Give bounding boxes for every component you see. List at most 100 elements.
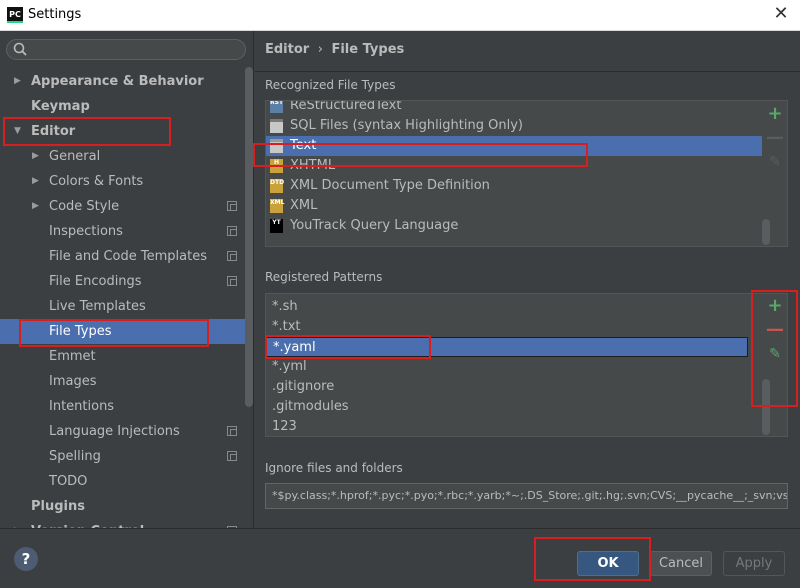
add-file-type-button[interactable]: + bbox=[764, 103, 786, 127]
youtrack-icon: YT bbox=[270, 219, 283, 233]
sidebar-item-label: File Types bbox=[49, 324, 112, 339]
expand-right-icon[interactable]: ▶ bbox=[14, 519, 26, 528]
settings-sidebar: ▶ Appearance & Behavior Keymap ▼ Editor ▶ Gene… bbox=[0, 31, 254, 528]
file-type-name: XML bbox=[290, 198, 318, 213]
pattern-row[interactable]: *.yaml bbox=[266, 337, 748, 357]
pattern-text: .gitignore bbox=[272, 379, 335, 394]
sidebar-item-file-encodings[interactable]: File Encodings bbox=[0, 269, 253, 294]
sidebar-item-keymap[interactable]: Keymap bbox=[0, 94, 253, 119]
sidebar-item-label: Colors & Fonts bbox=[49, 174, 144, 189]
patterns-list-scrollbar[interactable] bbox=[762, 379, 770, 435]
breadcrumb-parent: Editor bbox=[265, 42, 310, 57]
sidebar-item-file-and-code-templates[interactable]: File and Code Templates bbox=[0, 244, 253, 269]
project-scope-icon bbox=[227, 201, 237, 211]
project-scope-icon bbox=[227, 251, 237, 261]
expand-right-icon[interactable]: ▶ bbox=[32, 169, 44, 194]
pattern-row[interactable]: *.yml bbox=[266, 357, 748, 377]
pattern-row[interactable]: *.txt bbox=[266, 317, 748, 337]
divider bbox=[255, 71, 800, 72]
remove-file-type-button[interactable]: — bbox=[764, 127, 786, 151]
close-icon[interactable]: ✕ bbox=[772, 5, 790, 23]
sidebar-item-label: TODO bbox=[49, 474, 88, 489]
pattern-text: *.txt bbox=[272, 319, 301, 334]
recognized-file-types-label: Recognized File Types bbox=[265, 78, 396, 92]
file-types-panel: Editor › File Types Recognized File Type… bbox=[255, 31, 800, 528]
sidebar-item-label: General bbox=[49, 149, 101, 164]
file-type-row[interactable]: XML XML bbox=[266, 196, 756, 216]
remove-pattern-button[interactable]: — bbox=[764, 319, 786, 343]
file-type-row[interactable]: SQL Files (syntax Highlighting Only) bbox=[266, 116, 756, 136]
sidebar-item-live-templates[interactable]: Live Templates bbox=[0, 294, 253, 319]
pattern-row[interactable]: 123 bbox=[266, 417, 748, 436]
sidebar-scrollbar[interactable] bbox=[245, 67, 253, 407]
sidebar-item-emmet[interactable]: Emmet bbox=[0, 344, 253, 369]
project-scope-icon bbox=[227, 451, 237, 461]
ignore-files-input[interactable]: *$py.class;*.hprof;*.pyc;*.pyo;*.rbc;*.y… bbox=[265, 483, 788, 509]
file-type-row[interactable]: H XHTML bbox=[266, 156, 756, 176]
sidebar-item-plugins[interactable]: Plugins bbox=[0, 494, 253, 519]
expand-right-icon[interactable]: ▶ bbox=[32, 194, 44, 219]
sidebar-item-general[interactable]: ▶ General bbox=[0, 144, 253, 169]
search-icon bbox=[13, 42, 27, 56]
sidebar-item-label: Inspections bbox=[49, 224, 123, 239]
file-type-name: XHTML bbox=[290, 158, 336, 173]
sidebar-item-label: Spelling bbox=[49, 449, 101, 464]
sidebar-item-appearance-behavior[interactable]: ▶ Appearance & Behavior bbox=[0, 69, 253, 94]
ok-button[interactable]: OK bbox=[577, 551, 639, 576]
edit-pattern-button[interactable]: ✎ bbox=[764, 343, 786, 367]
sidebar-item-colors-fonts[interactable]: ▶ Colors & Fonts bbox=[0, 169, 253, 194]
sidebar-item-version-control[interactable]: ▶ Version Control bbox=[0, 519, 253, 528]
file-type-row[interactable]: YT YouTrack Query Language bbox=[266, 216, 756, 236]
sidebar-item-label: Language Injections bbox=[49, 424, 180, 439]
window-title: Settings bbox=[28, 7, 82, 22]
pycharm-logo-icon: PC bbox=[7, 7, 23, 23]
breadcrumb-separator: › bbox=[317, 42, 323, 57]
expand-right-icon[interactable]: ▶ bbox=[32, 144, 44, 169]
sidebar-item-language-injections[interactable]: Language Injections bbox=[0, 419, 253, 444]
pattern-row[interactable]: *.sh bbox=[266, 297, 748, 317]
rst-file-icon: RST bbox=[270, 101, 283, 113]
file-type-row[interactable]: Text bbox=[266, 136, 762, 156]
settings-tree: ▶ Appearance & Behavior Keymap ▼ Editor ▶ Gene… bbox=[0, 69, 253, 528]
text-file-icon bbox=[270, 139, 283, 153]
add-pattern-button[interactable]: + bbox=[764, 295, 786, 319]
expand-down-icon[interactable]: ▼ bbox=[14, 119, 26, 144]
sidebar-item-label: Version Control bbox=[31, 519, 144, 528]
file-type-name: XML Document Type Definition bbox=[290, 178, 490, 193]
sidebar-item-label: Plugins bbox=[31, 499, 85, 514]
expand-right-icon[interactable]: ▶ bbox=[14, 69, 26, 94]
pattern-text: *.sh bbox=[272, 299, 298, 314]
sidebar-item-label: File Encodings bbox=[49, 274, 142, 289]
sidebar-item-inspections[interactable]: Inspections bbox=[0, 219, 253, 244]
help-button[interactable]: ? bbox=[14, 547, 38, 571]
recognized-file-types-list[interactable]: RST ReStructuredText SQL Files (syntax Hig… bbox=[265, 100, 788, 247]
sidebar-item-code-style[interactable]: ▶ Code Style bbox=[0, 194, 253, 219]
breadcrumb-current: File Types bbox=[331, 42, 405, 57]
sidebar-item-todo[interactable]: TODO bbox=[0, 469, 253, 494]
apply-button[interactable]: Apply bbox=[723, 551, 785, 576]
sidebar-item-intentions[interactable]: Intentions bbox=[0, 394, 253, 419]
xml-file-icon: XML bbox=[270, 199, 284, 213]
file-type-row[interactable]: DTD XML Document Type Definition bbox=[266, 176, 756, 196]
sidebar-item-label: File and Code Templates bbox=[49, 249, 207, 264]
sidebar-item-file-types[interactable]: File Types bbox=[0, 319, 253, 344]
pattern-text: *.yml bbox=[272, 359, 307, 374]
recognized-list-scrollbar[interactable] bbox=[762, 219, 770, 245]
project-scope-icon bbox=[227, 226, 237, 236]
search-input[interactable] bbox=[6, 39, 246, 60]
pattern-row[interactable]: .gitmodules bbox=[266, 397, 748, 417]
sql-file-icon bbox=[270, 119, 283, 133]
cancel-button[interactable]: Cancel bbox=[650, 551, 712, 576]
pattern-text: 123 bbox=[272, 419, 297, 434]
registered-patterns-list[interactable]: *.sh *.txt *.yaml *.yml .gitignore .gitmodule… bbox=[265, 293, 788, 437]
sidebar-item-editor[interactable]: ▼ Editor bbox=[0, 119, 253, 144]
file-type-row[interactable]: RST ReStructuredText bbox=[266, 101, 756, 116]
pattern-row[interactable]: .gitignore bbox=[266, 377, 748, 397]
sidebar-item-spelling[interactable]: Spelling bbox=[0, 444, 253, 469]
xhtml-file-icon: H bbox=[270, 159, 283, 173]
sidebar-item-label: Code Style bbox=[49, 199, 120, 214]
edit-file-type-button[interactable]: ✎ bbox=[764, 151, 786, 175]
sidebar-item-images[interactable]: Images bbox=[0, 369, 253, 394]
file-type-name: SQL Files (syntax Highlighting Only) bbox=[290, 118, 523, 133]
project-scope-icon bbox=[227, 426, 237, 436]
